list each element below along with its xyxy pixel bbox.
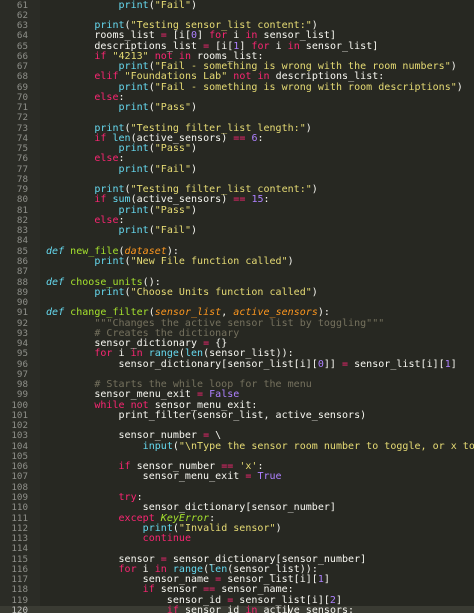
- text-cursor: [288, 605, 289, 613]
- code-token: ): [191, 163, 198, 175]
- code-token: "Fail": [154, 163, 191, 175]
- line-code: input("\nType the sensor room number to …: [46, 440, 474, 452]
- code-line[interactable]: 77 print("Fail"): [0, 163, 474, 175]
- code-token: sensor_dictionary[sensor_list[i][: [46, 358, 318, 370]
- code-token: ]: [450, 358, 457, 370]
- line-code: sensor_dictionary[sensor_list[i][0]] = s…: [46, 358, 457, 370]
- code-token: "Pass": [154, 102, 191, 114]
- code-token: print_filter(sensor_list, active_sensors…: [46, 409, 367, 421]
- code-line[interactable]: 86 print("New File function called"): [0, 256, 474, 267]
- code-line[interactable]: 96 sensor_dictionary[sensor_list[i][0]] …: [0, 358, 474, 370]
- line-code: print("New File function called"): [46, 256, 294, 267]
- line-code: continue: [46, 533, 191, 545]
- line-code: print("Fail"): [46, 225, 198, 237]
- line-code: sensor_menu_exit = True: [46, 472, 282, 482]
- line-code: print("Fail"): [46, 0, 198, 11]
- code-token: in: [245, 604, 258, 613]
- code-token: ): [456, 81, 463, 93]
- code-line[interactable]: 61 print("Fail"): [0, 0, 474, 11]
- code-token: ==: [233, 194, 246, 206]
- code-token: ]: [323, 574, 330, 586]
- code-token: print: [118, 102, 149, 114]
- code-token: "Pass": [154, 204, 191, 216]
- code-line[interactable]: 120 if sensor_id in active_sensors:: [0, 604, 474, 613]
- code-token: ): [311, 286, 318, 298]
- line-code: print("Pass"): [46, 102, 198, 114]
- code-token: ): [450, 61, 457, 73]
- code-token: print: [94, 286, 125, 298]
- code-token: print: [118, 225, 149, 237]
- line-number: 114: [11, 543, 28, 555]
- code-token: ): [287, 256, 294, 267]
- code-line[interactable]: 113 continue: [0, 533, 474, 545]
- code-token: ]]: [323, 358, 342, 370]
- code-token: print: [118, 0, 149, 11]
- code-token: "Fail - something is wrong with room des…: [154, 81, 457, 93]
- code-token: active_sensors:: [257, 604, 355, 613]
- code-token: ): [305, 122, 312, 134]
- code-line[interactable]: 83 print("Fail"): [0, 225, 474, 237]
- code-line[interactable]: 101 print_filter(sensor_list, active_sen…: [0, 409, 474, 421]
- code-token: "Choose Units function called": [130, 286, 312, 298]
- code-token: :: [263, 194, 270, 206]
- code-token: ): [311, 184, 318, 196]
- code-token: ): [191, 0, 198, 11]
- code-token: "Pass": [154, 143, 191, 155]
- line-code: if sensor_id in active_sensors:: [46, 604, 355, 613]
- code-token: "Fail": [154, 0, 191, 11]
- code-token: 15: [251, 194, 264, 206]
- code-line[interactable]: 89 print("Choose Units function called"): [0, 286, 474, 298]
- line-number: 64: [16, 30, 28, 42]
- code-token: sensor_list[i][: [348, 358, 445, 370]
- code-token: print: [94, 256, 125, 267]
- code-token: "\nType the sensor room number to toggle…: [178, 440, 474, 452]
- code-token: True: [257, 471, 282, 483]
- code-token: "Fail": [154, 225, 191, 237]
- line-code: print("Fail"): [46, 163, 198, 175]
- code-token: ): [191, 143, 198, 155]
- code-token: "Invalid sensor": [178, 522, 276, 534]
- line-code: print_filter(sensor_list, active_sensors…: [46, 409, 367, 421]
- code-token: sensor_menu_exit: [46, 471, 246, 483]
- line-number: 110: [11, 502, 28, 514]
- line-code: print("Choose Units function called"): [46, 286, 318, 298]
- code-line[interactable]: 104 input("\nType the sensor room number…: [0, 440, 474, 452]
- code-token: if: [166, 604, 179, 613]
- code-editor[interactable]: 61 print("Fail") 62 63 print("Testing sens…: [0, 0, 474, 613]
- code-line[interactable]: 107 sensor_menu_exit = True: [0, 472, 474, 483]
- line-number: 120: [11, 604, 28, 613]
- code-token: sensor_id: [178, 604, 246, 613]
- code-line[interactable]: 71 print("Pass"): [0, 102, 474, 114]
- code-token: input: [142, 440, 173, 452]
- code-token: ): [191, 225, 198, 237]
- code-token: in: [287, 40, 300, 52]
- code-token: ): [191, 102, 198, 114]
- line-number: 87: [16, 266, 28, 278]
- code-token: "New File function called": [130, 256, 288, 267]
- code-token: :: [257, 132, 264, 144]
- code-token: sensor_list]: [299, 40, 379, 52]
- code-token: print: [118, 163, 149, 175]
- code-token: i: [269, 40, 288, 52]
- code-token: ): [275, 522, 282, 534]
- code-token: ): [191, 204, 198, 216]
- code-token: ==: [233, 132, 246, 144]
- code-token: continue: [142, 533, 191, 545]
